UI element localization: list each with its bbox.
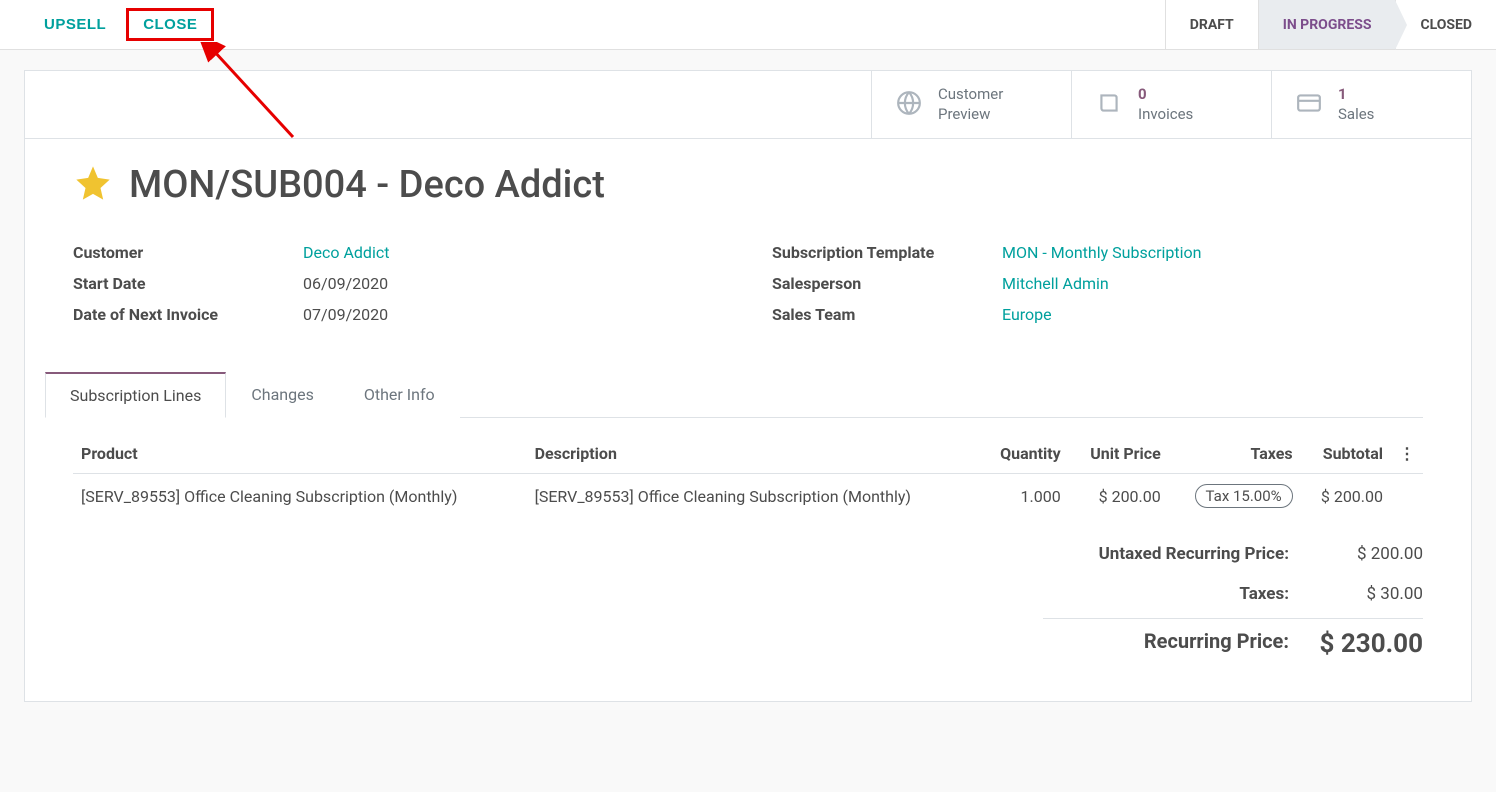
cell-price: $ 200.00 xyxy=(1069,474,1169,519)
cell-product: [SERV_89553] Office Cleaning Subscriptio… xyxy=(73,474,527,519)
card-icon xyxy=(1296,90,1322,120)
salesteam-label: Sales Team xyxy=(772,305,1002,324)
invoices-button[interactable]: 0 Invoices xyxy=(1071,71,1271,138)
star-icon[interactable] xyxy=(73,163,113,207)
status-in-progress[interactable]: IN PROGRESS xyxy=(1258,0,1396,49)
tax-pill: Tax 15.00% xyxy=(1195,484,1293,508)
customer-label: Customer xyxy=(73,243,303,262)
th-subtotal: Subtotal xyxy=(1301,434,1391,474)
customer-preview-button[interactable]: Customer Preview xyxy=(871,71,1071,138)
lines-table: Product Description Quantity Unit Price … xyxy=(73,434,1423,518)
cell-subtotal: $ 200.00 xyxy=(1301,474,1391,519)
template-label: Subscription Template xyxy=(772,243,1002,262)
taxes-label: Taxes: xyxy=(1043,584,1313,604)
totals: Untaxed Recurring Price: $ 200.00 Taxes:… xyxy=(73,534,1423,669)
fields-col-left: Customer Deco Addict Start Date 06/09/20… xyxy=(73,243,724,336)
fields-grid: Customer Deco Addict Start Date 06/09/20… xyxy=(73,243,1423,336)
startdate-value: 06/09/2020 xyxy=(303,274,388,293)
upsell-button[interactable]: UPSELL xyxy=(32,8,118,41)
fields-col-right: Subscription Template MON - Monthly Subs… xyxy=(772,243,1423,336)
th-product: Product xyxy=(73,434,527,474)
sales-label: Sales xyxy=(1338,105,1374,125)
recurring-label: Recurring Price: xyxy=(1043,629,1313,659)
stat-row: Customer Preview 0 Invoices 1 Sales xyxy=(25,71,1471,139)
status-draft[interactable]: DRAFT xyxy=(1165,0,1258,49)
status-bar: DRAFT IN PROGRESS CLOSED xyxy=(1165,0,1496,49)
card-body: MON/SUB004 - Deco Addict Customer Deco A… xyxy=(25,139,1471,701)
salesperson-label: Salesperson xyxy=(772,274,1002,293)
sales-count: 1 xyxy=(1338,85,1374,105)
salesteam-value[interactable]: Europe xyxy=(1002,305,1052,324)
preview-label: Customer Preview xyxy=(938,85,1003,124)
th-quantity: Quantity xyxy=(980,434,1069,474)
invoices-label: Invoices xyxy=(1138,105,1193,125)
action-toolbar: UPSELL CLOSE DRAFT IN PROGRESS CLOSED xyxy=(0,0,1496,50)
toolbar-left: UPSELL CLOSE xyxy=(0,0,214,49)
columns-menu-icon[interactable]: ⋮ xyxy=(1391,434,1423,474)
th-description: Description xyxy=(527,434,981,474)
startdate-label: Start Date xyxy=(73,274,303,293)
th-unitprice: Unit Price xyxy=(1069,434,1169,474)
th-taxes: Taxes xyxy=(1169,434,1301,474)
status-closed[interactable]: CLOSED xyxy=(1395,0,1496,49)
invoices-count: 0 xyxy=(1138,85,1193,105)
recurring-value: $ 230.00 xyxy=(1313,629,1423,659)
sales-button[interactable]: 1 Sales xyxy=(1271,71,1471,138)
book-icon xyxy=(1096,90,1122,120)
nextinvoice-value: 07/09/2020 xyxy=(303,305,388,324)
nextinvoice-label: Date of Next Invoice xyxy=(73,305,303,324)
title-row: MON/SUB004 - Deco Addict xyxy=(73,163,1423,207)
template-value[interactable]: MON - Monthly Subscription xyxy=(1002,243,1201,262)
untaxed-label: Untaxed Recurring Price: xyxy=(1043,544,1313,564)
table-row[interactable]: [SERV_89553] Office Cleaning Subscriptio… xyxy=(73,474,1423,519)
cell-description: [SERV_89553] Office Cleaning Subscriptio… xyxy=(527,474,981,519)
cell-qty: 1.000 xyxy=(980,474,1069,519)
close-button[interactable]: CLOSE xyxy=(126,8,214,41)
customer-value[interactable]: Deco Addict xyxy=(303,243,389,262)
tab-other-info[interactable]: Other Info xyxy=(339,372,460,418)
page-wrap: Customer Preview 0 Invoices 1 Sales xyxy=(0,50,1496,722)
cell-tax: Tax 15.00% xyxy=(1169,474,1301,519)
taxes-value: $ 30.00 xyxy=(1313,584,1423,604)
page-title: MON/SUB004 - Deco Addict xyxy=(129,163,605,207)
tabs: Subscription Lines Changes Other Info xyxy=(45,372,1423,418)
globe-icon xyxy=(896,90,922,120)
untaxed-value: $ 200.00 xyxy=(1313,544,1423,564)
tab-subscription-lines[interactable]: Subscription Lines xyxy=(45,372,226,418)
record-card: Customer Preview 0 Invoices 1 Sales xyxy=(24,70,1472,702)
salesperson-value[interactable]: Mitchell Admin xyxy=(1002,274,1109,293)
tab-changes[interactable]: Changes xyxy=(226,372,339,418)
